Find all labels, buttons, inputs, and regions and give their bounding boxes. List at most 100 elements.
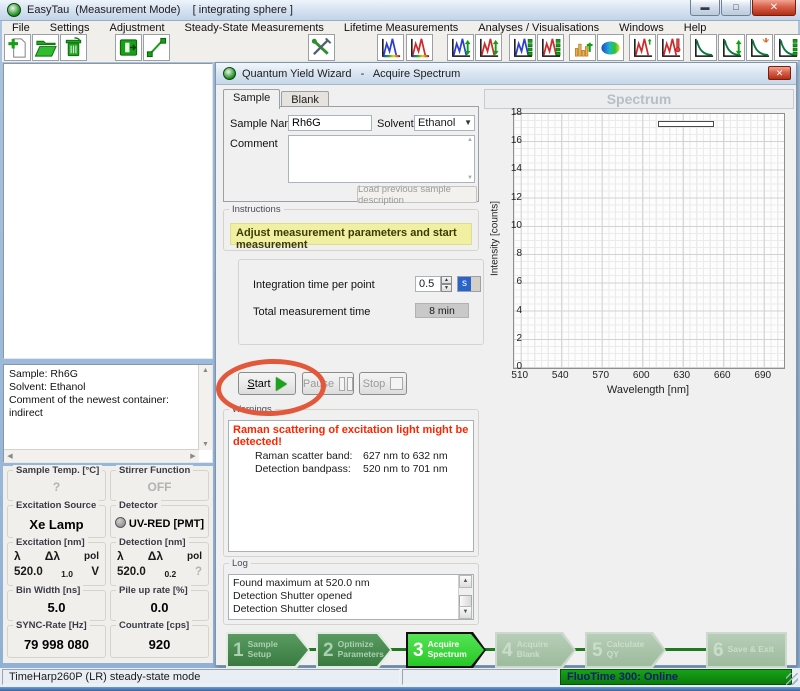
y-tick-label: 16 xyxy=(510,135,522,147)
toolbar xyxy=(2,34,800,62)
log-scrollbar[interactable]: ▲ ▼ xyxy=(458,575,473,619)
pause-button[interactable]: Pause xyxy=(302,372,354,395)
start-label: Start xyxy=(247,377,271,390)
instrument-tools-icon[interactable] xyxy=(308,34,335,61)
scroll-left-icon[interactable]: ◀ xyxy=(6,452,14,460)
open-folder-icon[interactable] xyxy=(32,34,59,61)
warnings-box: Raman scattering of excitation light mig… xyxy=(228,420,474,552)
solvent-dropdown[interactable]: Ethanol ▼ xyxy=(414,115,475,131)
delete-icon[interactable] xyxy=(60,34,87,61)
decay-series-icon[interactable] xyxy=(774,34,800,61)
y-tick-label: 4 xyxy=(516,304,522,316)
integration-unit-select[interactable]: s xyxy=(457,276,481,292)
wizard-step-save-exit[interactable]: 6 Save & Exit xyxy=(706,632,787,668)
stop-button[interactable]: Stop xyxy=(359,372,407,395)
pileup-value: 0.0 xyxy=(150,600,169,615)
spectrum-plot[interactable] xyxy=(513,113,785,369)
decay-icon[interactable] xyxy=(690,34,717,61)
excitation-source-label: Excitation Source xyxy=(13,500,100,511)
integration-unit-value: s xyxy=(458,277,471,291)
spectrum-red-scan-icon[interactable] xyxy=(475,34,502,61)
countrate-group: Countrate [cps] 920 xyxy=(110,620,209,658)
warning-row-label: Detection bandpass: xyxy=(255,463,351,475)
chevron-down-icon[interactable]: ▼ xyxy=(464,118,472,127)
spectrum-red-icon[interactable] xyxy=(406,34,433,61)
excitation-group: Excitation [nm] λ Δλ pol 520.0 1.0 V xyxy=(7,537,106,586)
scroll-right-icon[interactable]: ▶ xyxy=(189,452,197,460)
wizard-step-acquire-blank[interactable]: 4 Acquire Blank xyxy=(495,632,576,668)
menu-item-file[interactable]: File xyxy=(2,22,40,34)
sample-name-input[interactable] xyxy=(288,115,372,131)
minimize-button[interactable]: ▬ xyxy=(690,0,720,16)
y-tick-label: 18 xyxy=(510,107,522,118)
warning-row-value: 627 nm to 632 nm xyxy=(363,450,448,462)
scroll-up-icon[interactable]: ▲ xyxy=(199,367,212,374)
sample-info-vscrollbar[interactable]: ▲ ▼ xyxy=(198,365,212,450)
container-list[interactable] xyxy=(3,63,213,359)
spectrum-kinetics-icon[interactable] xyxy=(629,34,656,61)
wizard-title: Quantum Yield Wizard - Acquire Spectrum xyxy=(242,67,461,80)
wizard-step-acquire-spectrum[interactable]: 3 Acquire Spectrum xyxy=(406,632,486,668)
y-tick-label: 2 xyxy=(516,332,522,344)
menu-item-adjustment[interactable]: Adjustment xyxy=(99,22,174,34)
tres-contour-icon[interactable] xyxy=(597,34,624,61)
adjust-curve-icon[interactable] xyxy=(143,34,170,61)
tab-sample[interactable]: Sample xyxy=(223,89,281,109)
menu-item-analyses-visualisations[interactable]: Analyses / Visualisations xyxy=(468,22,609,34)
log-line: Detection Shutter closed xyxy=(233,603,348,615)
decay-scan-icon[interactable] xyxy=(718,34,745,61)
step-label: Calculate QY xyxy=(606,639,645,659)
spin-down-icon[interactable]: ▼ xyxy=(441,284,452,292)
scroll-up-icon[interactable]: ▲ xyxy=(459,575,472,588)
menubar: File Settings Adjustment Steady-State Measu… xyxy=(2,21,798,34)
sample-info-hscrollbar[interactable]: ◀ ▶ xyxy=(4,449,199,462)
scroll-up-icon[interactable]: ▲ xyxy=(467,137,473,143)
warning-row-label: Raman scatter band: xyxy=(255,450,353,462)
scroll-down-icon[interactable]: ▼ xyxy=(459,606,472,619)
wizard-close-button[interactable]: ✕ xyxy=(768,66,791,80)
y-tick-label: 14 xyxy=(510,163,522,175)
start-button[interactable]: Start xyxy=(238,372,296,395)
export-data-icon[interactable] xyxy=(115,34,142,61)
scroll-down-icon[interactable]: ▼ xyxy=(467,175,473,181)
sample-temp-label: Sample Temp. [°C] xyxy=(13,465,103,476)
menu-item-settings[interactable]: Settings xyxy=(40,22,100,34)
warnings-group: Warnings Raman scattering of excitation … xyxy=(223,404,479,557)
bin-width-group: Bin Width [ns] 5.0 xyxy=(7,585,106,621)
detector-value: UV-RED [PMT] xyxy=(111,517,208,530)
unit-dropdown-button[interactable] xyxy=(471,277,480,291)
spectrum-temperature-icon[interactable] xyxy=(657,34,684,61)
resize-grip[interactable] xyxy=(786,673,798,685)
wizard-step-calculate-qy[interactable]: 5 Calculate QY xyxy=(585,632,666,668)
spin-up-icon[interactable]: ▲ xyxy=(441,276,452,284)
menu-item-windows[interactable]: Windows xyxy=(609,22,674,34)
time-trace-icon[interactable] xyxy=(569,34,596,61)
detection-group: Detection [nm] λ Δλ pol 520.0 0.2 ? xyxy=(110,537,209,586)
decay-anisotropy-icon[interactable] xyxy=(746,34,773,61)
step-number: 5 xyxy=(592,639,603,661)
step-number: 2 xyxy=(323,639,334,661)
spectrum-blue-series-icon[interactable] xyxy=(509,34,536,61)
log-line: Detection Shutter opened xyxy=(233,590,353,602)
new-file-icon[interactable] xyxy=(4,34,31,61)
comment-textarea[interactable]: ▲ ▼ xyxy=(288,135,475,183)
menu-item-help[interactable]: Help xyxy=(674,22,717,34)
spectrum-blue-scan-icon[interactable] xyxy=(447,34,474,61)
wizard-step-sample-setup[interactable]: 1 Sample Setup xyxy=(226,632,310,668)
maximize-button[interactable]: □ xyxy=(721,0,751,16)
instructions-text: Adjust measurement parameters and start … xyxy=(230,223,472,251)
integration-time-input[interactable]: 0.5 xyxy=(415,276,441,292)
close-button[interactable]: ✕ xyxy=(752,0,796,16)
stirrer-group: Stirrer Function OFF xyxy=(110,465,209,501)
detection-pol-value: ? xyxy=(194,566,202,578)
scroll-down-icon[interactable]: ▼ xyxy=(199,441,212,448)
x-axis-label: Wavelength [nm] xyxy=(606,384,690,396)
load-previous-sample-button[interactable]: Load previous sample description xyxy=(357,184,477,206)
spectrum-blue-icon[interactable] xyxy=(377,34,404,61)
wizard-step-optimize-parameters[interactable]: 2 Optimize Parameters xyxy=(316,632,392,668)
menu-item-steady-state-measurements[interactable]: Steady-State Measurements xyxy=(175,22,334,34)
spectrum-red-series-icon[interactable] xyxy=(537,34,564,61)
menu-item-lifetime-measurements[interactable]: Lifetime Measurements xyxy=(334,22,468,34)
device-status-badge: FluoTime 300: Online xyxy=(560,669,792,685)
integration-time-stepper[interactable]: ▲ ▼ xyxy=(441,276,452,292)
